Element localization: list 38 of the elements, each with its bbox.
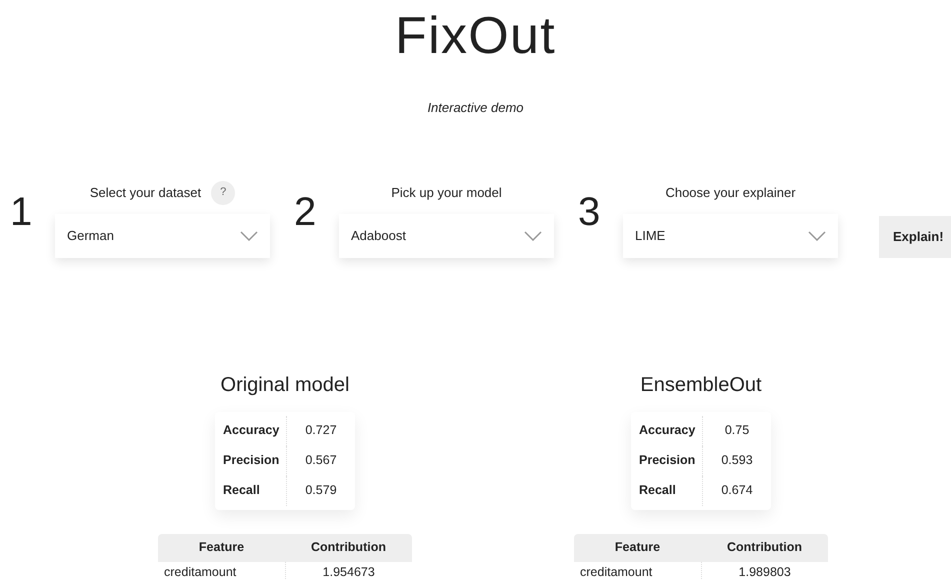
chevron-down-icon (524, 230, 542, 240)
table-cell: creditamount (158, 562, 285, 578)
column-header: Feature (158, 534, 285, 562)
metric-name: Recall (215, 476, 287, 506)
explain-button[interactable]: Explain! (879, 216, 951, 258)
step-number: 3 (578, 192, 602, 232)
step-label: Choose your explainer (665, 184, 796, 202)
step-number: 2 (294, 192, 318, 232)
metric-name: Precision (631, 446, 703, 476)
step-number: 1 (10, 192, 34, 232)
column-header: Contribution (285, 534, 412, 562)
metric-value: 0.593 (720, 452, 754, 470)
dropdown[interactable]: German (55, 214, 270, 258)
dropdown[interactable]: LIME (623, 214, 838, 258)
model-title: Original model (220, 372, 350, 398)
metric-value: 0.567 (304, 452, 338, 470)
table-cell: 1.954673 (285, 562, 412, 578)
metric-name: Recall (631, 476, 703, 506)
metric-name: Accuracy (215, 416, 287, 446)
metric-value: 0.674 (720, 482, 754, 500)
help-button[interactable]: ? (211, 180, 236, 204)
subtitle: Interactive demo (427, 99, 524, 117)
metric-name: Precision (215, 446, 287, 476)
metric-value: 0.727 (304, 422, 338, 440)
step-label: Pick up your model (391, 184, 502, 202)
metric-value: 0.75 (724, 422, 750, 440)
model-title: EnsembleOut (640, 372, 762, 398)
table-cell: 1.989803 (701, 562, 828, 578)
step-label: Select your dataset (90, 184, 202, 202)
column-header: Feature (574, 534, 701, 562)
chevron-down-icon (240, 230, 258, 240)
column-header: Contribution (701, 534, 828, 562)
dropdown[interactable]: Adaboost (339, 214, 554, 258)
page-title: FixOut (395, 6, 556, 67)
metric-value: 0.579 (304, 482, 338, 500)
chevron-down-icon (808, 230, 826, 240)
table-cell: creditamount (574, 562, 701, 578)
metric-name: Accuracy (631, 416, 703, 446)
